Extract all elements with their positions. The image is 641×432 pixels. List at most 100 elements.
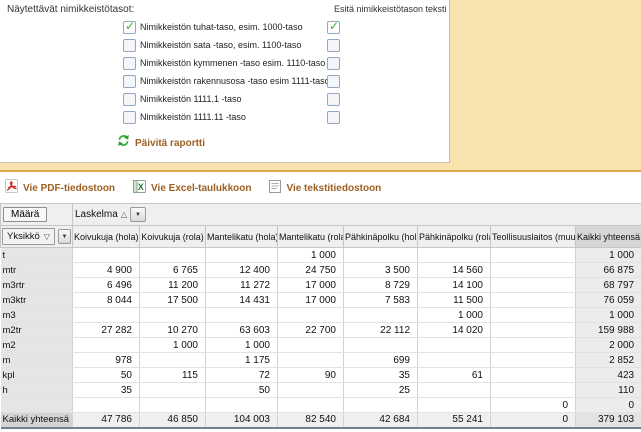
value-cell <box>491 353 576 368</box>
show-level-text-checkbox[interactable] <box>327 75 340 88</box>
check-icon: ✓ <box>329 19 339 33</box>
value-cell: 1 000 <box>576 308 641 323</box>
value-cell: 10 270 <box>140 323 206 338</box>
row-label: m3 <box>1 308 73 323</box>
svg-text:X: X <box>138 182 144 192</box>
level-row: Nimikkeistön sata -taso, esim. 1100-taso <box>0 39 450 53</box>
value-cell <box>206 248 278 263</box>
table-row: 00 <box>1 398 641 413</box>
value-cell <box>344 308 418 323</box>
show-level-checkbox[interactable] <box>123 75 136 88</box>
value-cell <box>140 383 206 398</box>
value-cell <box>140 248 206 263</box>
measure-header-row: Määrä Laskelma △ ▼ <box>1 204 641 226</box>
show-level-checkbox[interactable] <box>123 111 136 124</box>
row-label: mtr <box>1 263 73 278</box>
sort-desc-icon: ▽ <box>44 232 50 241</box>
measure-button[interactable]: Määrä <box>3 207 47 222</box>
refresh-icon <box>117 134 130 152</box>
value-cell <box>491 368 576 383</box>
value-cell <box>418 353 491 368</box>
table-row: m21 0001 0002 000 <box>1 338 641 353</box>
table-row: m9781 1756992 852 <box>1 353 641 368</box>
value-cell <box>278 353 344 368</box>
show-level-checkbox[interactable] <box>123 39 136 52</box>
table-row: kpl5011572903561423 <box>1 368 641 383</box>
row-label: t <box>1 248 73 263</box>
value-cell <box>491 263 576 278</box>
value-cell: 55 241 <box>418 413 491 428</box>
export-link-excel[interactable]: X Vie Excel-taulukkoon <box>133 180 251 198</box>
column-header: Mantelikatu (rola) <box>278 226 344 248</box>
table-row: t1 0001 000 <box>1 248 641 263</box>
value-cell: 0 <box>491 413 576 428</box>
value-cell <box>491 248 576 263</box>
export-link-label: Vie Excel-taulukkoon <box>151 183 251 194</box>
show-level-text-checkbox[interactable] <box>327 57 340 70</box>
value-cell: 110 <box>576 383 641 398</box>
value-cell <box>140 353 206 368</box>
show-level-checkbox[interactable] <box>123 57 136 70</box>
value-cell <box>140 398 206 413</box>
column-dimension-label[interactable]: Laskelma <box>75 209 118 220</box>
value-cell: 159 988 <box>576 323 641 338</box>
level-row: Nimikkeistön 1111.1 -taso <box>0 93 450 107</box>
value-cell: 47 786 <box>73 413 140 428</box>
row-dimension-dropdown-icon[interactable]: ▼ <box>58 229 71 244</box>
value-cell <box>344 248 418 263</box>
table-row: m3rtr6 49611 20011 27217 0008 72914 1006… <box>1 278 641 293</box>
value-cell <box>73 398 140 413</box>
value-cell <box>73 308 140 323</box>
show-level-checkbox[interactable] <box>123 93 136 106</box>
value-cell: 6 496 <box>73 278 140 293</box>
column-header: Pähkinäpolku (hola) <box>344 226 418 248</box>
value-cell: 11 200 <box>140 278 206 293</box>
report-page: Näytettävät nimikkeistötasot: Esitä nimi… <box>0 0 641 432</box>
show-level-text-checkbox[interactable] <box>327 39 340 52</box>
value-cell: 14 020 <box>418 323 491 338</box>
value-cell <box>491 338 576 353</box>
value-cell <box>491 293 576 308</box>
level-row: ✓Nimikkeistön tuhat-taso, esim. 1000-tas… <box>0 21 450 35</box>
value-cell: 27 282 <box>73 323 140 338</box>
column-header: Kaikki yhteensä <box>576 226 641 248</box>
value-cell <box>491 278 576 293</box>
row-label: m <box>1 353 73 368</box>
row-label: Kaikki yhteensä <box>1 413 73 428</box>
value-cell <box>278 338 344 353</box>
value-cell <box>344 338 418 353</box>
value-cell: 1 000 <box>576 248 641 263</box>
sort-asc-icon[interactable]: △ <box>121 210 127 219</box>
refresh-report-button[interactable]: Päivitä raportti <box>117 134 205 152</box>
check-icon: ✓ <box>125 19 135 33</box>
value-cell: 72 <box>206 368 278 383</box>
show-level-text-checkbox[interactable] <box>327 111 340 124</box>
value-cell <box>73 248 140 263</box>
value-cell <box>278 308 344 323</box>
value-cell: 978 <box>73 353 140 368</box>
level-label: Nimikkeistön rakennusosa -taso esim 1111… <box>140 76 330 86</box>
column-header-row: Yksikkö ▽ ▼ Koivukuja (hola)Koivukuja (r… <box>1 226 641 248</box>
column-header: Teollisuuslaitos (muu) <box>491 226 576 248</box>
value-cell: 1 000 <box>140 338 206 353</box>
column-dimension-dropdown-icon[interactable]: ▼ <box>130 207 146 222</box>
table-row: m3ktr8 04417 50014 43117 0007 58311 5007… <box>1 293 641 308</box>
value-cell: 4 900 <box>73 263 140 278</box>
column-dimension-cell: Laskelma △ ▼ <box>73 204 641 226</box>
value-cell: 0 <box>576 398 641 413</box>
export-link-text[interactable]: Vie tekstitiedostoon <box>269 180 381 198</box>
value-cell: 2 000 <box>576 338 641 353</box>
show-level-text-checkbox[interactable]: ✓ <box>327 21 340 34</box>
export-link-pdf[interactable]: Vie PDF-tiedostoon <box>5 179 115 198</box>
row-dimension-button[interactable]: Yksikkö ▽ <box>2 228 55 245</box>
value-cell: 22 700 <box>278 323 344 338</box>
value-cell: 14 431 <box>206 293 278 308</box>
value-cell: 50 <box>206 383 278 398</box>
refresh-label: Päivitä raportti <box>135 138 205 149</box>
measure-cell: Määrä <box>1 204 73 226</box>
show-level-checkbox[interactable]: ✓ <box>123 21 136 34</box>
row-dimension-label: Yksikkö <box>7 231 40 242</box>
show-level-text-checkbox[interactable] <box>327 93 340 106</box>
excel-icon: X <box>133 180 146 198</box>
export-link-label: Vie PDF-tiedostoon <box>23 183 115 194</box>
